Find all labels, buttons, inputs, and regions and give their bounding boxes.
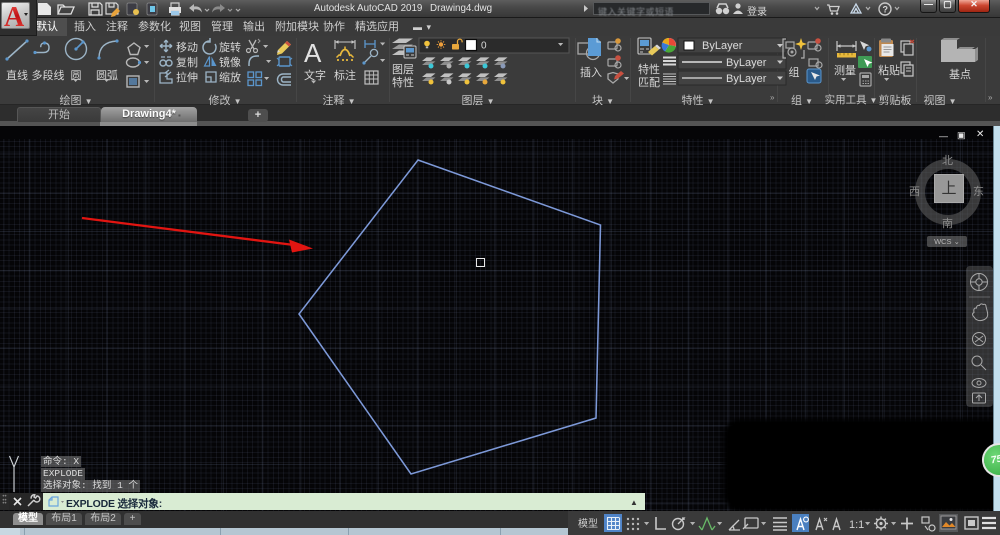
svg-text:1:1: 1:1 [849,519,864,531]
svg-text:ByLayer: ByLayer [702,40,743,52]
svg-text:ByLayer: ByLayer [726,57,767,69]
svg-text:?: ? [883,5,889,15]
svg-text:模型: 模型 [578,517,598,530]
svg-text:0: 0 [481,41,487,52]
svg-text:A: A [304,38,322,68]
svg-text:A: A [4,2,25,33]
svg-text:ByLayer: ByLayer [726,73,767,85]
